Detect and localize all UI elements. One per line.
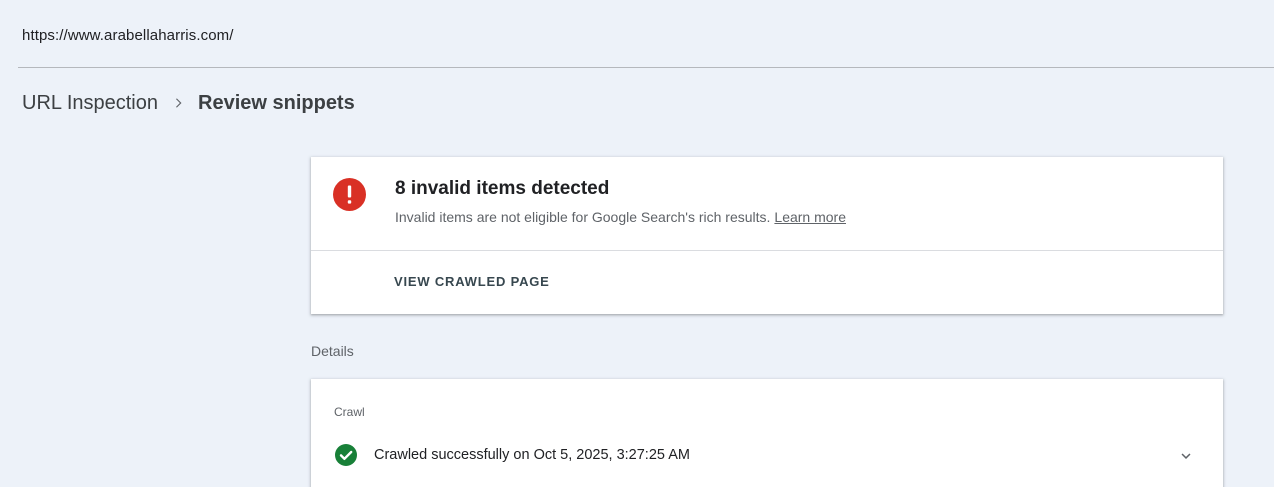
url-bar: https://www.arabellaharris.com/ bbox=[0, 0, 1274, 68]
details-heading: Details bbox=[311, 343, 354, 359]
inspected-url: https://www.arabellaharris.com/ bbox=[22, 27, 234, 44]
crawl-status-row[interactable]: Crawled successfully on Oct 5, 2025, 3:2… bbox=[311, 437, 1223, 473]
breadcrumb-url-inspection[interactable]: URL Inspection bbox=[22, 92, 158, 115]
status-description: Invalid items are not eligible for Googl… bbox=[395, 209, 846, 225]
status-description-text: Invalid items are not eligible for Googl… bbox=[395, 209, 771, 225]
error-icon bbox=[333, 178, 366, 211]
breadcrumb: URL Inspection Review snippets bbox=[22, 90, 355, 116]
chevron-right-icon bbox=[158, 90, 198, 116]
divider bbox=[311, 250, 1223, 251]
divider bbox=[18, 67, 1274, 68]
details-card: Crawl Crawled successfully on Oct 5, 202… bbox=[311, 379, 1223, 487]
crawl-status-text: Crawled successfully on Oct 5, 2025, 3:2… bbox=[374, 447, 690, 463]
view-crawled-page-button[interactable]: VIEW CRAWLED PAGE bbox=[394, 274, 550, 289]
check-circle-icon bbox=[335, 444, 357, 466]
status-title: 8 invalid items detected bbox=[395, 178, 610, 199]
breadcrumb-review-snippets: Review snippets bbox=[198, 91, 355, 114]
status-card: 8 invalid items detected Invalid items a… bbox=[311, 157, 1223, 314]
chevron-down-icon[interactable] bbox=[1177, 447, 1195, 465]
page: https://www.arabellaharris.com/ URL Insp… bbox=[0, 0, 1274, 487]
crawl-section-label: Crawl bbox=[334, 405, 365, 419]
learn-more-link[interactable]: Learn more bbox=[774, 209, 846, 225]
